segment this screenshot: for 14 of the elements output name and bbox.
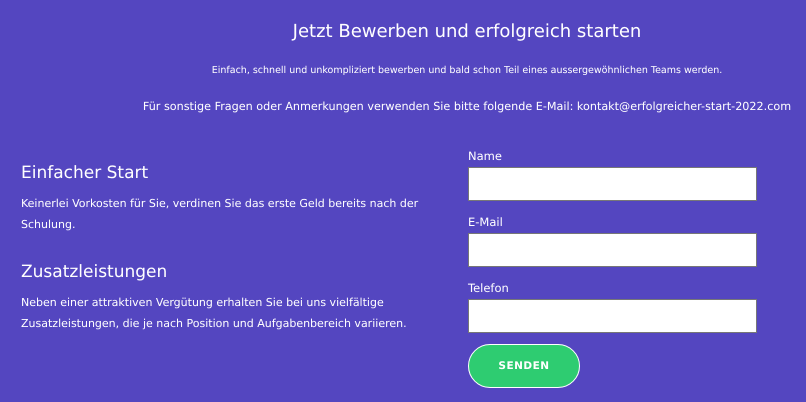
feature-text: Keinerlei Vorkosten für Sie, verdinen Sie das erste Geld bereits nach der Schulung. [21, 196, 420, 233]
contact-text: Für sonstige Fragen oder Anmerkungen verwenden Sie bitte folgende E-Mail: kontakt@erfolgreicher-start-2022.com [142, 99, 792, 115]
input-field[interactable] [468, 167, 757, 201]
subtitle: Einfach, schnell und unkompliziert bewerben und bald schon Teil eines aussergewöhnlichen Teams werden. [212, 64, 722, 78]
field-label: Name [468, 149, 503, 164]
send-button[interactable]: SENDEN [468, 344, 580, 388]
feature-heading: Einfacher Start [21, 162, 150, 185]
field-label: E-Mail [468, 215, 504, 230]
input-field[interactable] [468, 233, 757, 267]
feature-text: Neben einer attraktiven Vergütung erhalten Sie bei uns vielfältige Zusatzleistungen, die je nach Position und Aufgabenbereich variieren. [21, 295, 408, 332]
page-title: Jetzt Bewerben und erfolgreich starten [292, 20, 642, 44]
feature-heading: Zusatzleistungen [21, 261, 168, 284]
field-label: Telefon [468, 281, 510, 296]
input-field[interactable] [468, 299, 757, 333]
